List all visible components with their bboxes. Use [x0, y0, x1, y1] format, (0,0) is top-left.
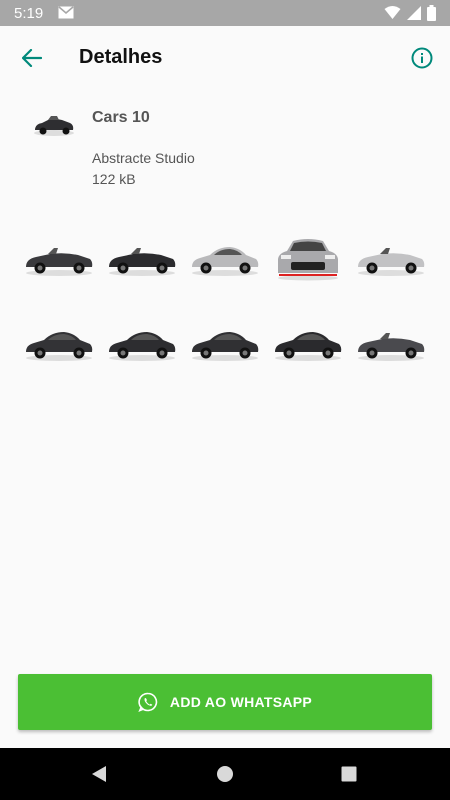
- back-button[interactable]: [14, 40, 50, 76]
- sticker-item[interactable]: [356, 235, 426, 281]
- nav-home-icon: [217, 766, 233, 782]
- sticker-item[interactable]: [190, 320, 260, 366]
- status-icons: [384, 5, 436, 21]
- signal-icon: [407, 6, 421, 20]
- pack-name: Cars 10: [92, 109, 150, 126]
- status-time: 5:19: [14, 5, 44, 22]
- battery-icon: [427, 5, 436, 21]
- add-to-whatsapp-button[interactable]: ADD AO WHATSAPP: [18, 674, 432, 730]
- sticker-item[interactable]: [273, 235, 343, 281]
- gmail-icon: [58, 6, 74, 19]
- navigation-bar: [0, 748, 450, 800]
- wifi-icon: [384, 6, 401, 19]
- pack-tray-icon: [34, 116, 74, 136]
- nav-back-icon: [92, 766, 106, 782]
- sticker-item[interactable]: [24, 320, 94, 366]
- sticker-item[interactable]: [356, 320, 426, 366]
- nav-home-button[interactable]: [213, 762, 237, 786]
- info-button[interactable]: [406, 42, 438, 74]
- sticker-item[interactable]: [190, 235, 260, 281]
- nav-recents-icon: [341, 766, 357, 782]
- arrow-back-icon: [22, 49, 42, 67]
- status-bar: 5:19: [0, 0, 450, 26]
- sticker-item[interactable]: [273, 320, 343, 366]
- add-button-label: ADD AO WHATSAPP: [169, 694, 313, 710]
- sticker-item[interactable]: [107, 320, 177, 366]
- sticker-item[interactable]: [24, 235, 94, 281]
- page-title: Detalhes: [79, 46, 163, 68]
- nav-back-button[interactable]: [87, 762, 111, 786]
- pack-size: 122 kB: [92, 171, 136, 187]
- pack-publisher: Abstracte Studio: [92, 150, 195, 166]
- sticker-item[interactable]: [107, 235, 177, 281]
- whatsapp-icon: [138, 692, 158, 712]
- app-bar: Detalhes: [0, 26, 450, 90]
- info-icon: [411, 47, 433, 69]
- nav-recents-button[interactable]: [337, 762, 361, 786]
